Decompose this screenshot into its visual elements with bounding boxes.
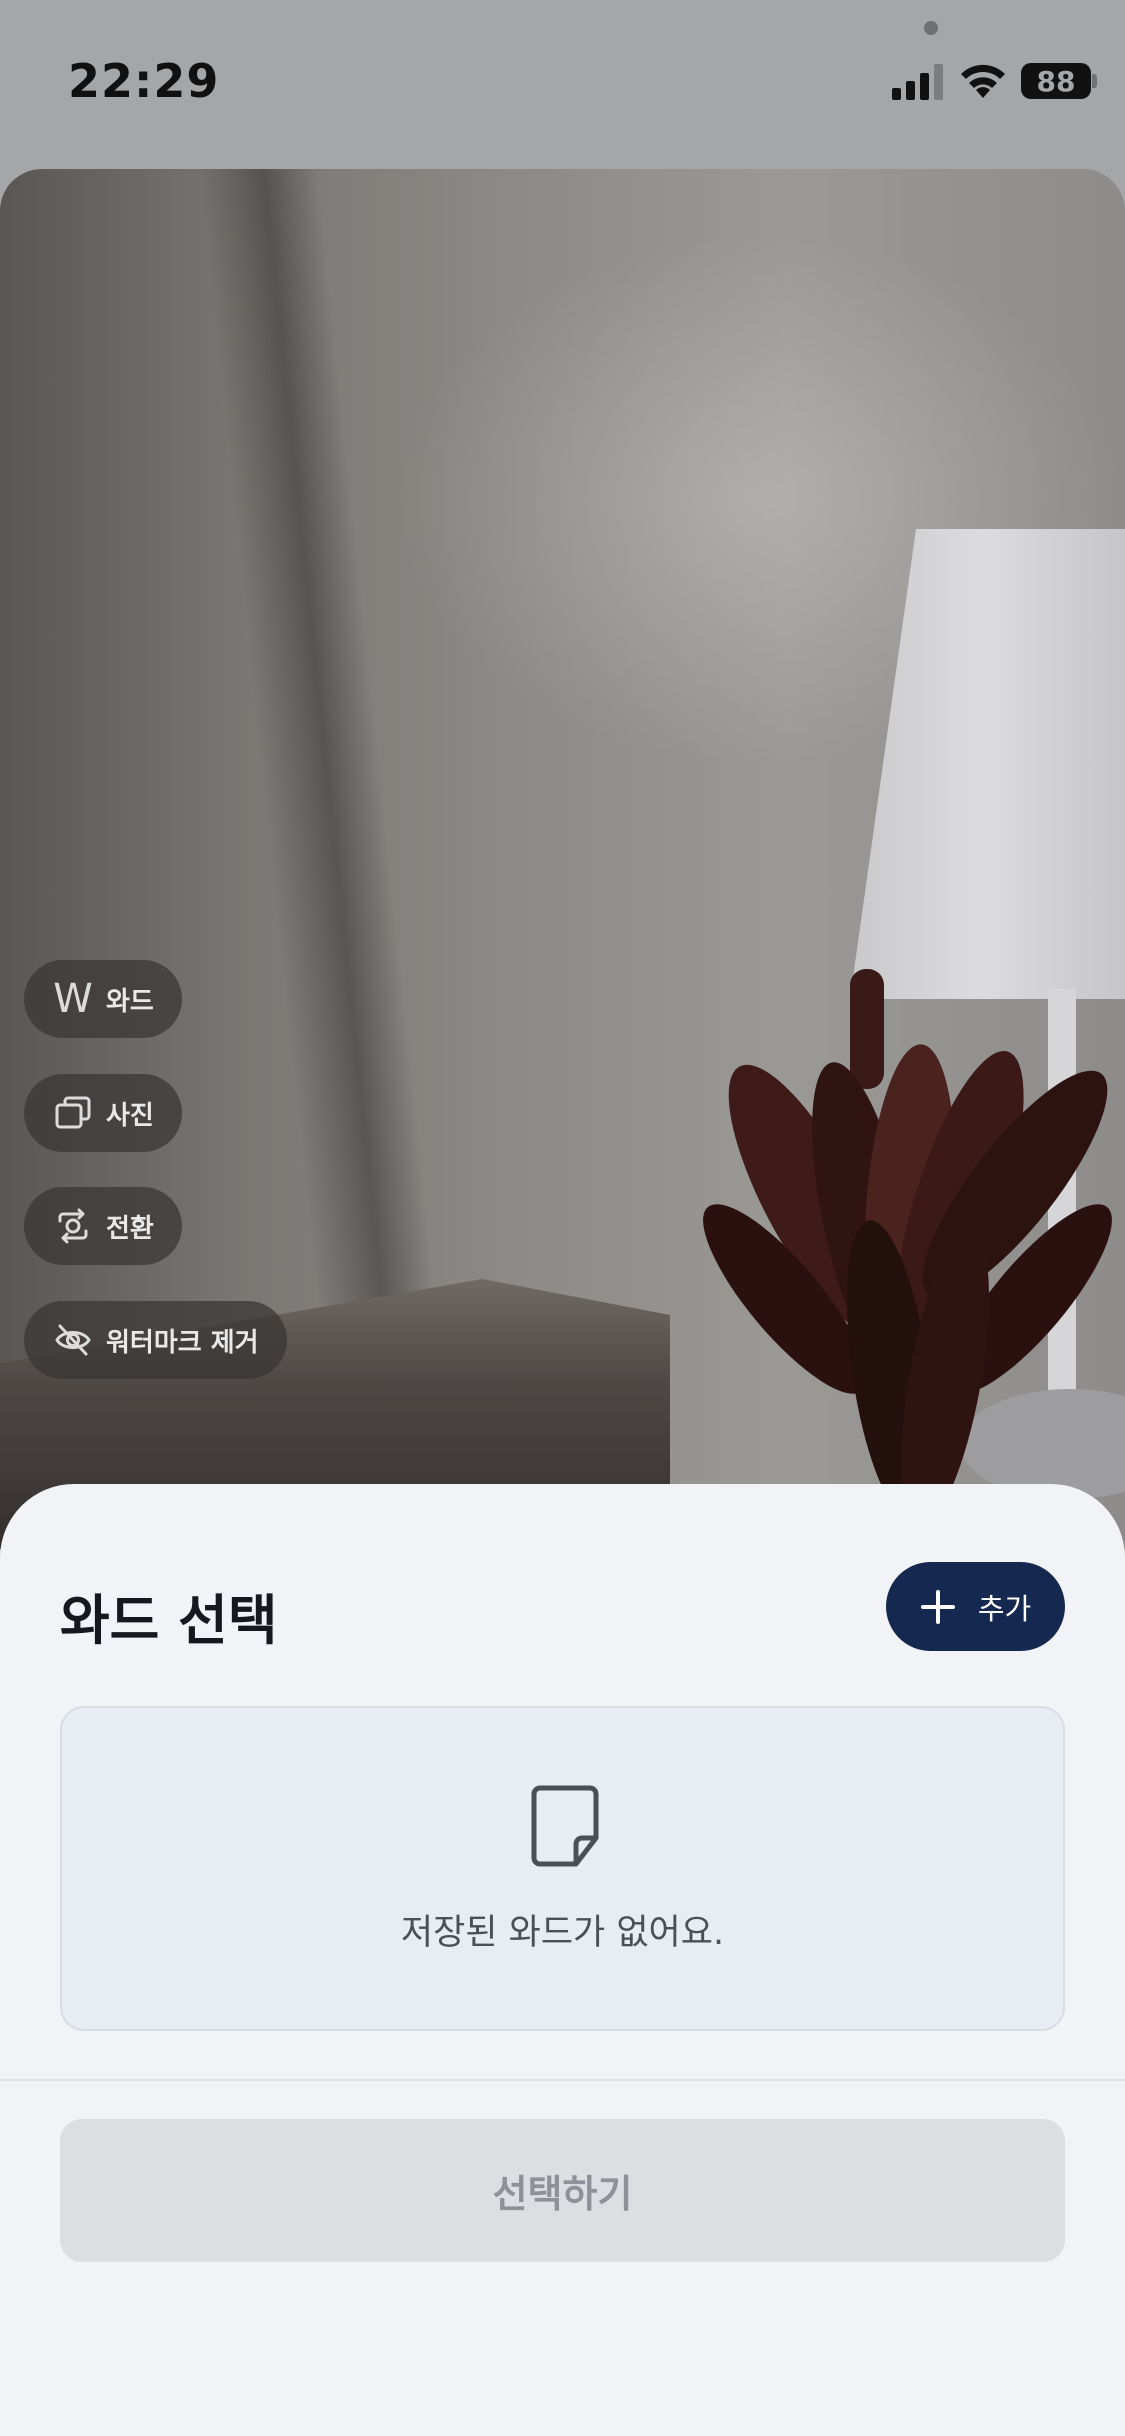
status-time: 22:29 [68,54,220,108]
wooden-ornament [703,969,1112,1527]
battery-level: 88 [1036,64,1076,98]
empty-message: 저장된 와드가 없어요. [400,1913,725,1953]
add-ward-label: 추가 [977,1591,1032,1626]
switch-camera-label: 전환 [106,1213,154,1244]
ward-button-label: 와드 [106,986,154,1017]
select-button[interactable]: 선택하기 [60,2119,1065,2262]
switch-camera-button[interactable]: 전환 [24,1187,182,1265]
plus-icon [920,1589,955,1624]
remove-watermark-button[interactable]: 워터마크 제거 [24,1301,287,1379]
camera-indicator-dot [924,21,938,35]
wifi-icon [961,64,1005,98]
camera-switch-icon [54,1207,92,1245]
document-icon [531,1785,599,1867]
signal-icon [892,64,943,100]
add-ward-button[interactable]: 추가 [886,1562,1065,1651]
battery-cap [1092,74,1097,88]
divider [0,2079,1125,2081]
ward-button[interactable]: W 와드 [24,960,182,1038]
remove-watermark-label: 워터마크 제거 [106,1327,259,1358]
empty-ward-list: 저장된 와드가 없어요. [60,1706,1065,2031]
photo-button[interactable]: 사진 [24,1074,182,1152]
eye-off-icon [54,1321,92,1359]
sheet-title: 와드 선택 [60,1589,278,1652]
camera-preview[interactable]: W 와드 사진 전환 워터마크 제거 [0,169,1125,1549]
lamp-shade [850,529,1125,999]
w-letter-icon: W [53,976,93,1022]
ward-select-sheet: 와드 선택 추가 저장된 와드가 없어요. 선택하기 [0,1484,1125,2436]
status-bar: 22:29 88 [0,0,1125,165]
photo-button-label: 사진 [106,1100,154,1131]
battery-icon: 88 [1021,63,1091,99]
gallery-icon [54,1094,92,1132]
